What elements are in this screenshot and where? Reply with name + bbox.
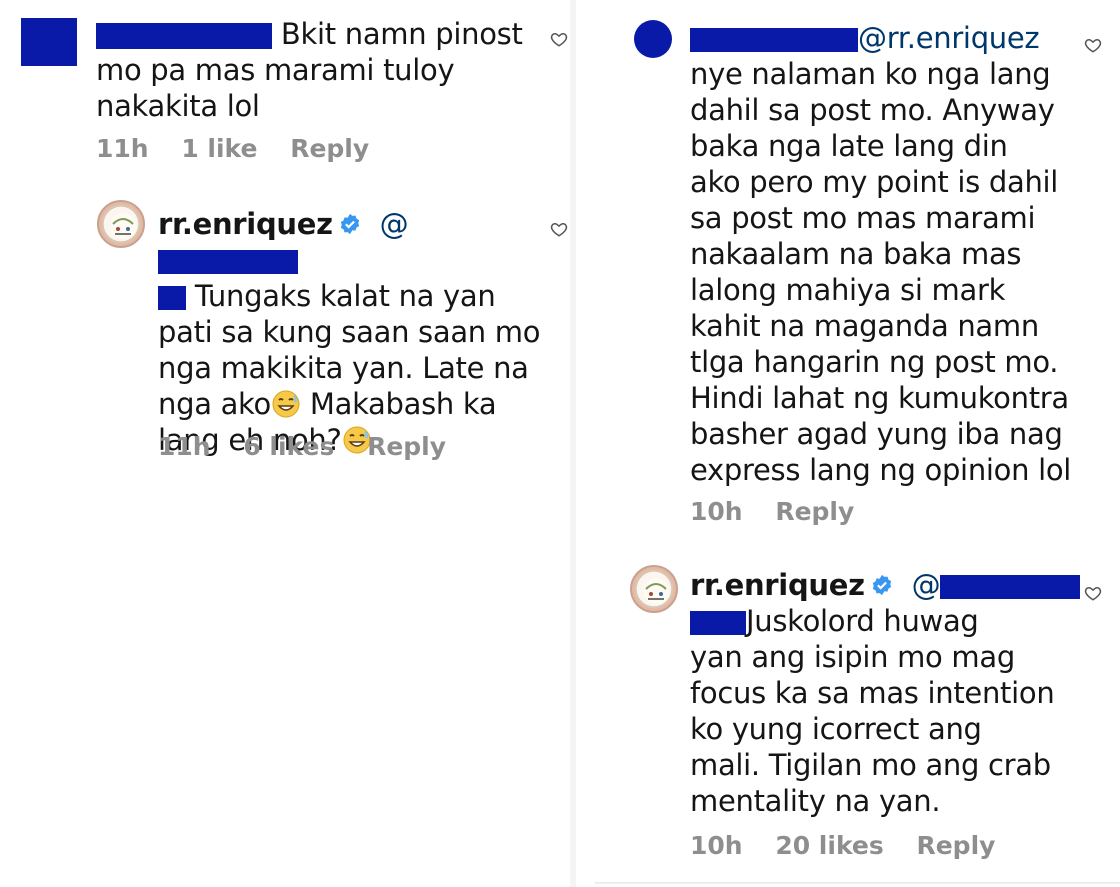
reply-2-text: rr.enriquez @ Juskolord huwag yan ang is…	[690, 567, 1100, 819]
username[interactable]: rr.enriquez	[158, 207, 333, 241]
right-screenshot-panel: @rr.enriquez nye nalaman ko nga lang dah…	[586, 0, 1120, 887]
timestamp: 10h	[690, 497, 743, 526]
reply-1: rr.enriquez @ Tungaks kalat na yan pati …	[158, 206, 548, 458]
timestamp: 11h	[96, 134, 149, 163]
redacted-mention-continuation	[690, 611, 746, 635]
bottom-divider	[595, 882, 1120, 884]
reply-2-meta: 10h 20 likes Reply	[690, 831, 1019, 860]
mention-link[interactable]: @rr.enriquez	[858, 21, 1040, 55]
heart-icon[interactable]	[550, 30, 568, 48]
comment-1-meta: 11h 1 like Reply	[96, 134, 393, 163]
laughing-emoji-icon	[272, 390, 300, 418]
reply-1-meta: 11h 6 likes Reply	[158, 432, 470, 461]
redacted-username	[690, 28, 858, 52]
like-count[interactable]: 1 like	[181, 134, 257, 163]
redacted-mention-continuation	[158, 286, 186, 310]
reply-button[interactable]: Reply	[290, 134, 369, 163]
comment-1: Bkit namn pinost mo pa mas marami tuloy …	[96, 16, 536, 124]
reply-button[interactable]: Reply	[916, 831, 995, 860]
redacted-mention[interactable]: @	[912, 568, 1081, 602]
timestamp: 11h	[158, 432, 211, 461]
avatar[interactable]	[630, 565, 678, 613]
comment-2: @rr.enriquez nye nalaman ko nga lang dah…	[690, 20, 1120, 488]
verified-badge-icon	[872, 574, 891, 596]
panel-divider	[570, 0, 576, 887]
like-count[interactable]: 20 likes	[775, 831, 883, 860]
redacted-username	[96, 23, 272, 49]
reply-1-text: rr.enriquez @ Tungaks kalat na yan pati …	[158, 207, 541, 457]
timestamp: 10h	[690, 831, 743, 860]
verified-badge-icon	[340, 213, 359, 235]
comment-1-text: Bkit namn pinost mo pa mas marami tuloy …	[96, 17, 523, 123]
heart-icon[interactable]	[1084, 584, 1102, 602]
redacted-avatar	[21, 18, 77, 66]
comment-2-meta: 10h Reply	[690, 497, 878, 526]
redacted-avatar	[634, 20, 672, 58]
heart-icon[interactable]	[1084, 36, 1102, 54]
reply-button[interactable]: Reply	[775, 497, 854, 526]
avatar[interactable]	[97, 200, 145, 248]
username[interactable]: rr.enriquez	[690, 568, 865, 602]
like-count[interactable]: 6 likes	[243, 432, 334, 461]
left-screenshot-panel: Bkit namn pinost mo pa mas marami tuloy …	[0, 0, 568, 887]
reply-button[interactable]: Reply	[367, 432, 446, 461]
reply-2: rr.enriquez @ Juskolord huwag yan ang is…	[690, 567, 1100, 819]
heart-icon[interactable]	[550, 220, 568, 238]
comment-2-text: @rr.enriquez nye nalaman ko nga lang dah…	[690, 21, 1072, 487]
